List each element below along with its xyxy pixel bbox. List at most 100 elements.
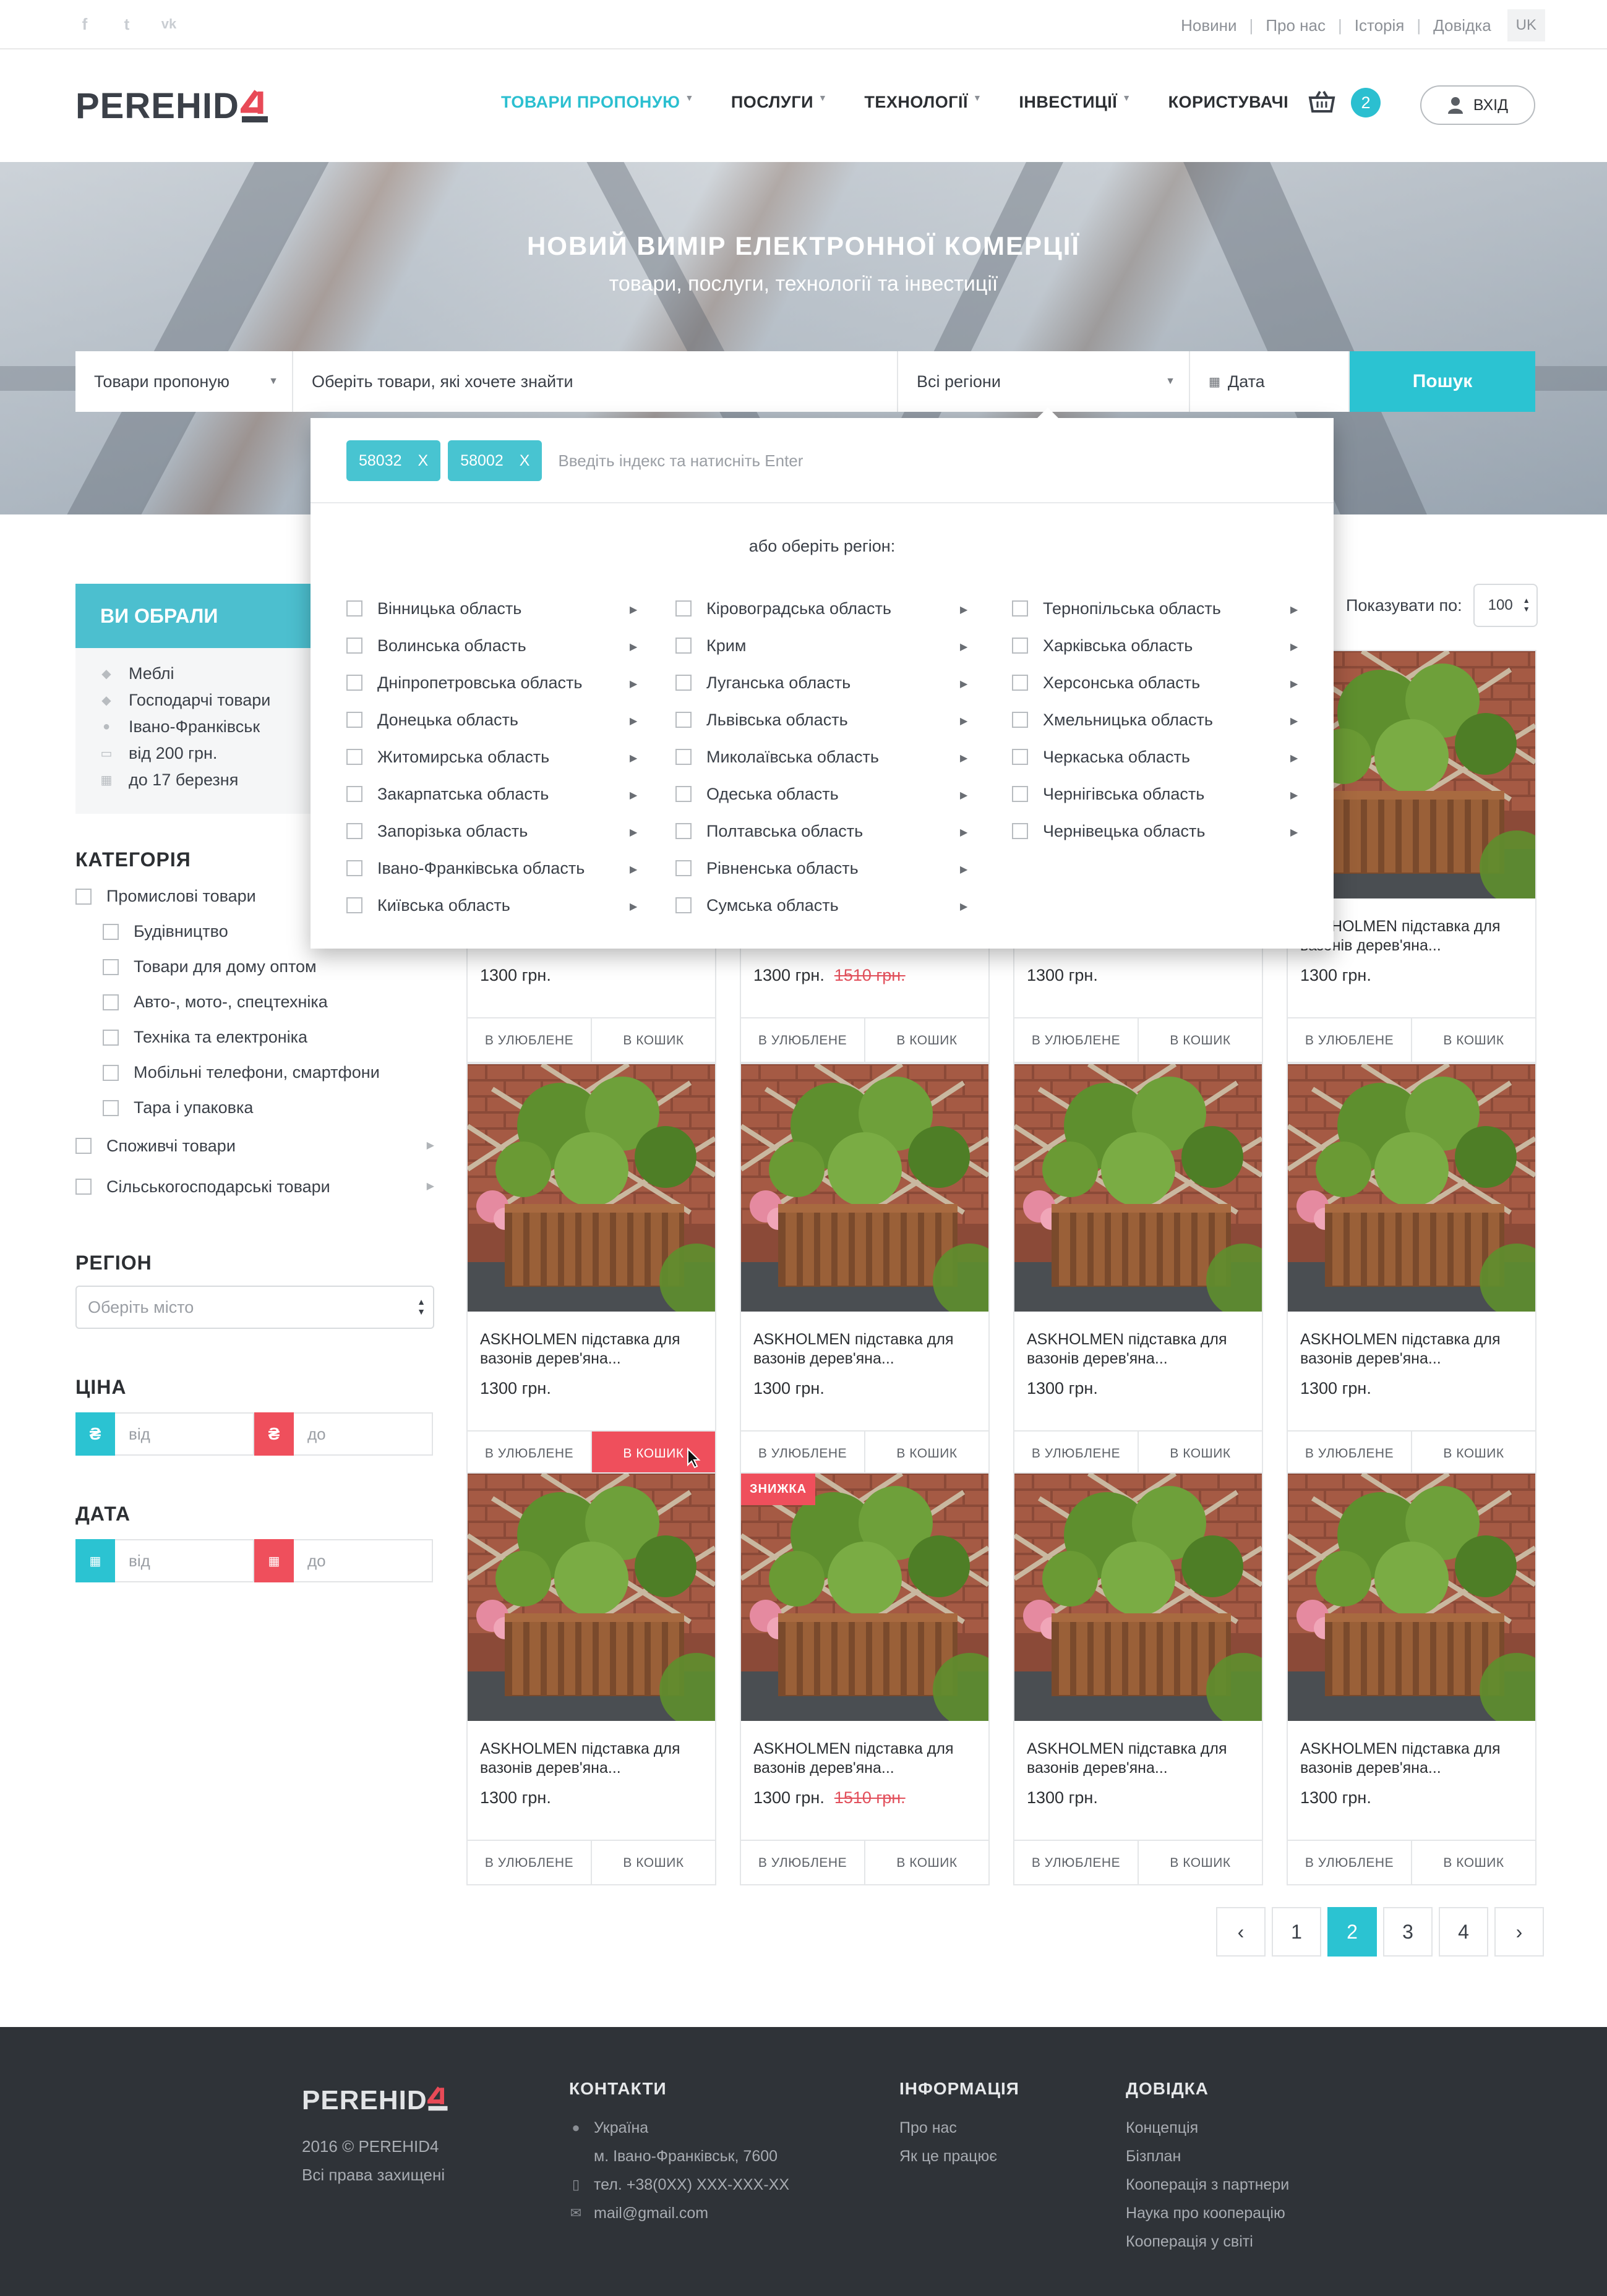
category-item[interactable]: Тара і упаковка bbox=[75, 1090, 434, 1125]
product-image[interactable] bbox=[1288, 1474, 1535, 1721]
checkbox[interactable] bbox=[346, 860, 362, 876]
add-to-favorites-button[interactable]: В УЛЮБЛЕНЕ bbox=[741, 1018, 865, 1063]
remove-tag-icon[interactable]: X bbox=[520, 452, 530, 470]
add-to-favorites-button[interactable]: В УЛЮБЛЕНЕ bbox=[741, 1841, 865, 1885]
product-card[interactable]: ЗНИЖКА ASKHOLMEN підставка для вазонів де… bbox=[740, 1472, 990, 1885]
remove-tag-icon[interactable]: X bbox=[418, 452, 429, 470]
language-switcher[interactable]: UK bbox=[1507, 9, 1545, 41]
footer-help-link[interactable]: Кооперація з партнери bbox=[1126, 2170, 1289, 2199]
pagination-page-4[interactable]: 4 bbox=[1439, 1907, 1488, 1957]
product-title[interactable]: ASKHOLMEN підставка для вазонів дерев'ян… bbox=[1300, 1330, 1523, 1368]
checkbox[interactable] bbox=[675, 675, 692, 691]
add-to-cart-button[interactable]: В КОШИК bbox=[1139, 1841, 1262, 1885]
region-option[interactable]: Львівська область ▶ bbox=[675, 701, 972, 738]
checkbox[interactable] bbox=[346, 638, 362, 654]
add-to-favorites-button[interactable]: В УЛЮБЛЕНЕ bbox=[1014, 1018, 1139, 1063]
postal-code-input[interactable]: Введіть індекс та натисніть Enter bbox=[558, 451, 803, 471]
region-option[interactable]: Крим ▶ bbox=[675, 627, 972, 664]
region-option[interactable]: Полтавська область ▶ bbox=[675, 813, 972, 850]
product-image[interactable] bbox=[1014, 1064, 1262, 1312]
category-item[interactable]: Техніка та електроніка bbox=[75, 1020, 434, 1055]
product-image[interactable] bbox=[741, 1474, 988, 1721]
checkbox[interactable] bbox=[103, 994, 119, 1010]
add-to-favorites-button[interactable]: В УЛЮБЛЕНЕ bbox=[741, 1432, 865, 1476]
product-card[interactable]: ASKHOLMEN підставка для вазонів дерев'ян… bbox=[466, 1063, 716, 1476]
search-type-select[interactable]: Товари пропоную ▼ bbox=[75, 351, 293, 412]
checkbox[interactable] bbox=[103, 1099, 119, 1116]
footer-info-link[interactable]: Про нас bbox=[899, 2114, 1019, 2142]
region-option[interactable]: Харківська область ▶ bbox=[1012, 627, 1303, 664]
cart-count-badge[interactable]: 2 bbox=[1351, 88, 1381, 117]
nav-item-3[interactable]: ІНВЕСТИЦІЇ ▼ bbox=[1019, 93, 1131, 112]
footer-help-link[interactable]: Наука про кооперацію bbox=[1126, 2199, 1289, 2227]
top-link-about[interactable]: Про нас bbox=[1266, 16, 1326, 35]
nav-item-0[interactable]: ТОВАРИ ПРОПОНУЮ ▼ bbox=[501, 93, 694, 112]
checkbox[interactable] bbox=[346, 712, 362, 728]
twitter-icon[interactable]: t bbox=[116, 14, 137, 35]
pagination-page-1[interactable]: 1 bbox=[1272, 1907, 1321, 1957]
checkbox[interactable] bbox=[675, 897, 692, 913]
product-card[interactable]: ASKHOLMEN підставка для вазонів дерев'ян… bbox=[466, 1472, 716, 1885]
checkbox[interactable] bbox=[675, 600, 692, 617]
top-link-help[interactable]: Довідка bbox=[1433, 16, 1491, 35]
product-image[interactable] bbox=[468, 1474, 715, 1721]
nav-item-4[interactable]: КОРИСТУВАЧІ bbox=[1168, 93, 1289, 112]
add-to-favorites-button[interactable]: В УЛЮБЛЕНЕ bbox=[1014, 1432, 1139, 1476]
show-by-select[interactable]: 100 ▲ ▼ bbox=[1473, 584, 1538, 627]
pagination-page-3[interactable]: 3 bbox=[1383, 1907, 1433, 1957]
add-to-cart-button[interactable]: В КОШИК bbox=[1139, 1432, 1262, 1476]
region-option[interactable]: Донецька область ▶ bbox=[346, 701, 642, 738]
product-card[interactable]: ASKHOLMEN підставка для вазонів дерев'ян… bbox=[1013, 1472, 1263, 1885]
category-item[interactable]: Мобільні телефони, смартфони bbox=[75, 1055, 434, 1090]
add-to-cart-button[interactable]: В КОШИК bbox=[592, 1841, 715, 1885]
region-option[interactable]: Одеська область ▶ bbox=[675, 775, 972, 813]
checkbox[interactable] bbox=[675, 712, 692, 728]
region-option[interactable]: Тернопільська область ▶ bbox=[1012, 590, 1303, 627]
checkbox[interactable] bbox=[103, 1064, 119, 1081]
search-button[interactable]: Пошук bbox=[1350, 351, 1535, 412]
login-button[interactable]: ВХІД bbox=[1420, 85, 1535, 125]
checkbox[interactable] bbox=[1012, 786, 1028, 802]
add-to-cart-button[interactable]: В КОШИК bbox=[1412, 1432, 1535, 1476]
checkbox[interactable] bbox=[1012, 638, 1028, 654]
add-to-cart-button[interactable]: В КОШИК bbox=[1139, 1018, 1262, 1063]
category-item[interactable]: Споживчі товари ▶ bbox=[75, 1125, 434, 1166]
checkbox[interactable] bbox=[346, 897, 362, 913]
add-to-favorites-button[interactable]: В УЛЮБЛЕНЕ bbox=[468, 1432, 592, 1476]
footer-help-link[interactable]: Концепція bbox=[1126, 2114, 1289, 2142]
product-card[interactable]: ASKHOLMEN підставка для вазонів дерев'ян… bbox=[1287, 1063, 1536, 1476]
date-to-input[interactable]: до bbox=[294, 1539, 433, 1582]
checkbox[interactable] bbox=[346, 786, 362, 802]
date-input[interactable]: ▦ Дата bbox=[1190, 351, 1350, 412]
nav-item-2[interactable]: ТЕХНОЛОГІЇ ▼ bbox=[864, 93, 982, 112]
checkbox[interactable] bbox=[1012, 600, 1028, 617]
add-to-favorites-button[interactable]: В УЛЮБЛЕНЕ bbox=[1014, 1841, 1139, 1885]
add-to-cart-button[interactable]: В КОШИК bbox=[865, 1841, 988, 1885]
search-query-input[interactable]: Оберіть товари, які хочете знайти bbox=[293, 351, 898, 412]
checkbox[interactable] bbox=[103, 923, 119, 940]
checkbox[interactable] bbox=[675, 860, 692, 876]
checkbox[interactable] bbox=[675, 786, 692, 802]
checkbox[interactable] bbox=[675, 823, 692, 839]
top-link-history[interactable]: Історія bbox=[1355, 16, 1405, 35]
product-image[interactable] bbox=[1288, 1064, 1535, 1312]
region-option[interactable]: Миколаївська область ▶ bbox=[675, 738, 972, 775]
region-option[interactable]: Чернігівська область ▶ bbox=[1012, 775, 1303, 813]
price-to-input[interactable]: до bbox=[294, 1412, 433, 1456]
region-option[interactable]: Житомирська область ▶ bbox=[346, 738, 642, 775]
region-option[interactable]: Дніпропетровська область ▶ bbox=[346, 664, 642, 701]
region-option[interactable]: Кіровоградська область ▶ bbox=[675, 590, 972, 627]
product-title[interactable]: ASKHOLMEN підставка для вазонів дерев'ян… bbox=[480, 1739, 703, 1778]
product-image[interactable] bbox=[468, 1064, 715, 1312]
product-title[interactable]: ASKHOLMEN підставка для вазонів дерев'ян… bbox=[1300, 1739, 1523, 1778]
facebook-icon[interactable]: f bbox=[74, 14, 95, 35]
pagination-prev-button[interactable]: ‹ bbox=[1216, 1907, 1266, 1957]
product-title[interactable]: ASKHOLMEN підставка для вазонів дерев'ян… bbox=[480, 1330, 703, 1368]
product-image[interactable] bbox=[741, 1064, 988, 1312]
product-card[interactable]: ASKHOLMEN підставка для вазонів дерев'ян… bbox=[1013, 1063, 1263, 1476]
top-link-news[interactable]: Новини bbox=[1181, 16, 1236, 35]
checkbox[interactable] bbox=[1012, 749, 1028, 765]
region-option[interactable]: Хмельницька область ▶ bbox=[1012, 701, 1303, 738]
checkbox[interactable] bbox=[1012, 712, 1028, 728]
region-option[interactable]: Волинська область ▶ bbox=[346, 627, 642, 664]
